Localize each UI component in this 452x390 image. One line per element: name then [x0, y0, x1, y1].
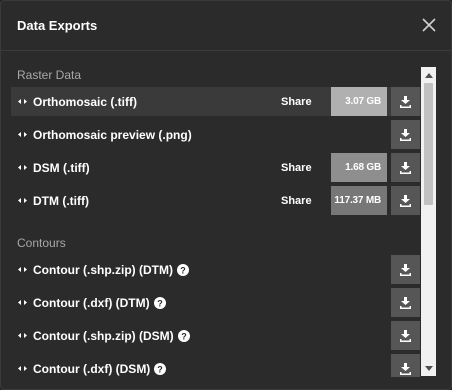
- help-icon[interactable]: ?: [154, 362, 167, 375]
- export-label: DTM (.tiff): [33, 193, 89, 208]
- export-row-contour-shp-dtm[interactable]: Contour (.shp.zip) (DTM) ?: [11, 255, 421, 284]
- file-size-badge: 1.68 GB: [331, 153, 387, 182]
- close-icon: [422, 18, 436, 32]
- export-row-contour-dxf-dsm[interactable]: Contour (.dxf) (DSM) ?: [11, 354, 421, 377]
- help-icon[interactable]: ?: [177, 329, 190, 342]
- svg-text:?: ?: [181, 331, 187, 341]
- download-icon: [400, 195, 411, 207]
- download-icon: [400, 96, 411, 108]
- help-icon[interactable]: ?: [176, 263, 189, 276]
- data-exports-dialog: Data Exports Raster Data Orthomosaic (.t…: [0, 0, 452, 390]
- expand-arrows-icon: [18, 198, 27, 203]
- share-link[interactable]: Share: [281, 195, 312, 207]
- help-icon[interactable]: ?: [153, 296, 166, 309]
- expand-arrows-icon: [18, 165, 27, 170]
- export-label-wrap: Contour (.dxf) (DTM) ?: [33, 296, 166, 310]
- scroll-down-arrow-icon: [424, 365, 433, 371]
- download-icon: [400, 363, 411, 375]
- export-row-orthomosaic-preview[interactable]: Orthomosaic preview (.png): [11, 120, 421, 149]
- export-label: Orthomosaic (.tiff): [33, 94, 137, 109]
- download-icon: [400, 330, 411, 342]
- export-label: Contour (.shp.zip) (DSM): [33, 328, 174, 343]
- export-row-dsm[interactable]: DSM (.tiff) Share 1.68 GB: [11, 153, 421, 182]
- download-button[interactable]: [391, 354, 420, 377]
- download-icon: [400, 129, 411, 141]
- expand-arrows-icon: [18, 333, 27, 338]
- export-label: Contour (.dxf) (DTM): [33, 295, 150, 310]
- dialog-title: Data Exports: [17, 18, 98, 33]
- export-row-dtm[interactable]: DTM (.tiff) Share 117.37 MB: [11, 186, 421, 215]
- export-row-contour-shp-dsm[interactable]: Contour (.shp.zip) (DSM) ?: [11, 321, 421, 350]
- exports-list: Raster Data Orthomosaic (.tiff) Share 3.…: [1, 52, 421, 377]
- export-label-wrap: Contour (.shp.zip) (DTM) ?: [33, 263, 189, 277]
- export-label-wrap: Contour (.shp.zip) (DSM) ?: [33, 329, 190, 343]
- scroll-thumb[interactable]: [424, 83, 433, 205]
- download-icon: [400, 162, 411, 174]
- export-row-orthomosaic[interactable]: Orthomosaic (.tiff) Share 3.07 GB: [11, 87, 421, 116]
- scroll-down-button[interactable]: [421, 361, 436, 375]
- download-button[interactable]: [391, 255, 420, 284]
- download-button[interactable]: [391, 120, 420, 149]
- download-button[interactable]: [391, 186, 420, 215]
- share-link[interactable]: Share: [281, 162, 312, 174]
- export-label: Contour (.dxf) (DSM): [33, 361, 151, 376]
- download-button[interactable]: [391, 321, 420, 350]
- export-label: DSM (.tiff): [33, 160, 90, 175]
- export-label: Orthomosaic preview (.png): [33, 127, 192, 142]
- expand-arrows-icon: [18, 99, 27, 104]
- close-button[interactable]: [419, 15, 439, 35]
- download-button[interactable]: [391, 288, 420, 317]
- download-button[interactable]: [391, 153, 420, 182]
- file-size-badge: 117.37 MB: [331, 186, 387, 215]
- dialog-header: Data Exports: [1, 1, 451, 51]
- svg-text:?: ?: [158, 364, 164, 374]
- download-button[interactable]: [391, 87, 420, 116]
- download-icon: [400, 264, 411, 276]
- export-label: Contour (.shp.zip) (DTM): [33, 262, 173, 277]
- scroll-up-button[interactable]: [421, 68, 436, 82]
- section-heading-contours: Contours: [17, 236, 66, 250]
- file-size-badge: 3.07 GB: [331, 87, 387, 116]
- expand-arrows-icon: [18, 366, 27, 371]
- scroll-up-arrow-icon: [424, 72, 433, 78]
- vertical-scrollbar[interactable]: [421, 67, 436, 376]
- expand-arrows-icon: [18, 267, 27, 272]
- expand-arrows-icon: [18, 132, 27, 137]
- export-row-contour-dxf-dtm[interactable]: Contour (.dxf) (DTM) ?: [11, 288, 421, 317]
- expand-arrows-icon: [18, 300, 27, 305]
- share-link[interactable]: Share: [281, 96, 312, 108]
- section-heading-raster: Raster Data: [17, 68, 82, 82]
- svg-text:?: ?: [180, 265, 186, 275]
- export-label-wrap: Contour (.dxf) (DSM) ?: [33, 361, 167, 376]
- download-icon: [400, 297, 411, 309]
- svg-text:?: ?: [157, 298, 163, 308]
